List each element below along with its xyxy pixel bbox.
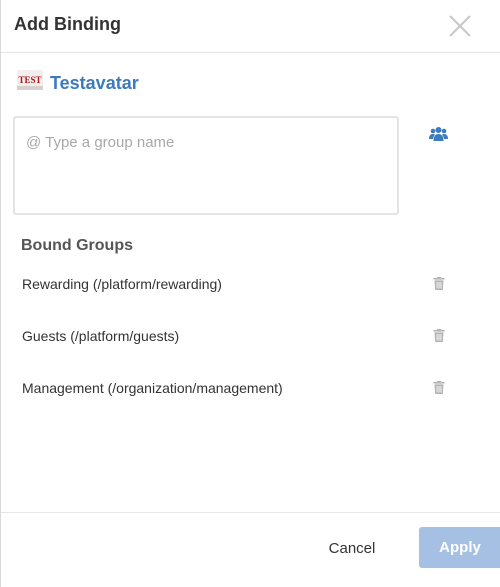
group-name-input[interactable] [13,116,399,215]
dialog-header: Add Binding [1,0,500,53]
bound-group-item: Rewarding (/platform/rewarding) [22,276,452,296]
bound-groups-title: Bound Groups [21,237,133,254]
add-binding-dialog: Add Binding TEST Testavatar Bound Groups… [0,0,500,587]
users-icon[interactable] [429,126,448,142]
apply-button[interactable]: Apply [419,527,500,568]
entity-name[interactable]: Testavatar [50,73,139,94]
bound-group-item: Management (/organization/management) [22,380,452,400]
trash-icon[interactable] [433,381,445,394]
svg-text:TEST: TEST [18,75,41,85]
dialog-footer: Cancel Apply [1,512,500,587]
bound-group-label: Management (/organization/management) [22,380,283,396]
trash-icon[interactable] [433,329,445,342]
trash-icon[interactable] [433,277,445,290]
avatar: TEST [17,70,43,90]
bound-group-item: Guests (/platform/guests) [22,328,452,348]
cancel-button[interactable]: Cancel [311,538,393,558]
dialog-title: Add Binding [14,14,121,34]
bound-group-label: Rewarding (/platform/rewarding) [22,276,222,292]
close-icon[interactable] [447,13,473,39]
bound-group-label: Guests (/platform/guests) [22,328,180,344]
